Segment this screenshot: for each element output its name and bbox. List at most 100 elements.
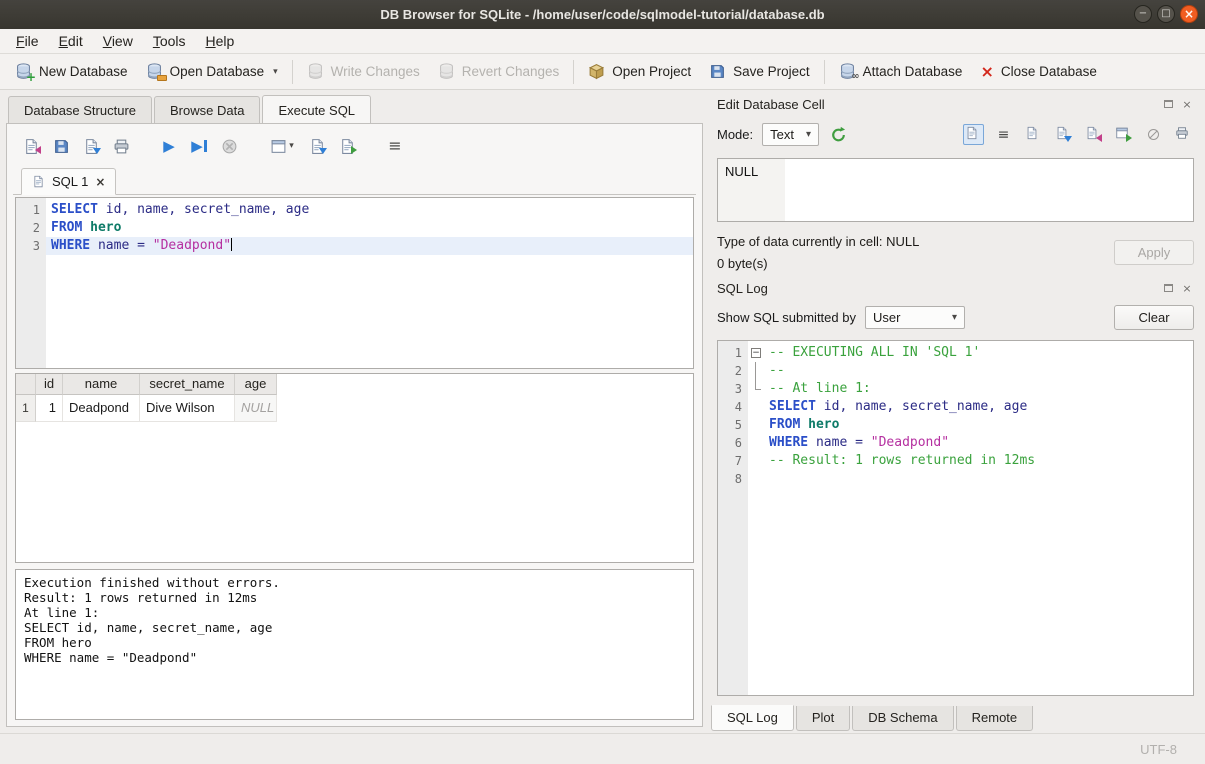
new-database-button[interactable]: + New Database bbox=[6, 58, 137, 85]
apply-button[interactable]: Apply bbox=[1114, 240, 1194, 265]
close-panel-button[interactable]: × bbox=[1180, 281, 1194, 295]
menu-help[interactable]: Help bbox=[196, 30, 245, 52]
close-database-icon: × bbox=[980, 64, 993, 80]
word-wrap-button[interactable]: ≡ bbox=[383, 134, 407, 158]
cell-type-info: Type of data currently in cell: NULL bbox=[717, 234, 1114, 249]
tab-execute-sql[interactable]: Execute SQL bbox=[262, 95, 371, 124]
clear-log-button[interactable]: Clear bbox=[1114, 305, 1194, 330]
titlebar[interactable]: DB Browser for SQLite - /home/user/code/… bbox=[0, 0, 1205, 29]
window-title: DB Browser for SQLite - /home/user/code/… bbox=[0, 7, 1205, 22]
fold-collapse-icon[interactable]: − bbox=[751, 348, 761, 358]
column-header-secret-name[interactable]: secret_name bbox=[140, 374, 235, 395]
cell-size-info: 0 byte(s) bbox=[717, 256, 1114, 271]
log-line: -- bbox=[764, 362, 1193, 380]
sql-tab-close-icon[interactable]: × bbox=[95, 175, 105, 189]
revert-changes-button[interactable]: Revert Changes bbox=[429, 58, 569, 85]
caret-down-icon: ▾ bbox=[289, 141, 294, 151]
sql-editor[interactable]: 1 2 3 SELECT id, name, secret_name, age … bbox=[15, 197, 694, 369]
cell-age-null[interactable]: NULL bbox=[235, 395, 277, 422]
write-changes-button[interactable]: Write Changes bbox=[298, 58, 429, 85]
tab-plot[interactable]: Plot bbox=[796, 706, 850, 731]
tab-database-structure[interactable]: Database Structure bbox=[8, 96, 152, 124]
execution-message: Execution finished without errors. Resul… bbox=[15, 569, 694, 720]
mode-select[interactable]: Text ▾ bbox=[762, 123, 819, 146]
open-database-button[interactable]: Open Database ▾ bbox=[137, 58, 287, 85]
import-data-button[interactable] bbox=[1083, 124, 1104, 145]
main-toolbar: + New Database Open Database ▾ Write Cha… bbox=[0, 54, 1205, 90]
refresh-icon bbox=[830, 126, 847, 143]
save-sql-file-button[interactable] bbox=[49, 134, 73, 158]
menu-file[interactable]: File bbox=[6, 30, 49, 52]
sql-tab-label: SQL 1 bbox=[52, 174, 88, 189]
print-icon bbox=[113, 138, 130, 155]
dock-tab-bar: SQL Log Plot DB Schema Remote bbox=[711, 706, 1196, 733]
cell-name[interactable]: Deadpond bbox=[63, 395, 140, 422]
cell-editor[interactable]: NULL bbox=[717, 158, 1194, 222]
print-icon bbox=[1175, 126, 1192, 143]
attach-database-button[interactable]: ∞ Attach Database bbox=[830, 58, 972, 85]
open-sql-file-button[interactable] bbox=[19, 134, 43, 158]
encoding-indicator[interactable]: UTF-8 bbox=[1140, 742, 1177, 757]
sql-toolbar: ▶ ▶ ▾ bbox=[13, 128, 696, 166]
tab-sql-log[interactable]: SQL Log bbox=[711, 705, 794, 731]
menu-view[interactable]: View bbox=[93, 30, 143, 52]
grid-corner[interactable] bbox=[16, 374, 36, 395]
save-results-view-button[interactable] bbox=[305, 134, 329, 158]
tab-browse-data[interactable]: Browse Data bbox=[154, 96, 260, 124]
find-replace-icon bbox=[339, 138, 356, 155]
submitted-by-select[interactable]: User ▾ bbox=[865, 306, 965, 329]
tab-db-schema[interactable]: DB Schema bbox=[852, 706, 953, 731]
close-window-button[interactable]: × bbox=[1180, 5, 1198, 23]
save-data-file-button[interactable] bbox=[1053, 124, 1074, 145]
write-changes-icon bbox=[307, 63, 324, 80]
column-header-id[interactable]: id bbox=[36, 374, 63, 395]
execute-all-button[interactable]: ▶ bbox=[157, 134, 181, 158]
save-results-view-icon bbox=[309, 138, 326, 155]
export-csv-icon bbox=[270, 138, 287, 155]
save-project-button[interactable]: Save Project bbox=[700, 58, 819, 85]
tab-remote[interactable]: Remote bbox=[956, 706, 1034, 731]
save-sql-file-as-button[interactable] bbox=[79, 134, 103, 158]
sql-code-area[interactable]: SELECT id, name, secret_name, age FROM h… bbox=[46, 198, 693, 368]
column-header-age[interactable]: age bbox=[235, 374, 277, 395]
export-csv-button[interactable]: ▾ bbox=[265, 134, 299, 158]
filter-label: Show SQL submitted by bbox=[717, 310, 856, 325]
print-cell-button[interactable] bbox=[1173, 124, 1194, 145]
float-panel-button[interactable] bbox=[1161, 97, 1175, 111]
menu-tools[interactable]: Tools bbox=[143, 30, 196, 52]
float-panel-button[interactable] bbox=[1161, 281, 1175, 295]
print-sql-button[interactable] bbox=[109, 134, 133, 158]
set-null-button[interactable] bbox=[1143, 124, 1164, 145]
log-code-area[interactable]: -- EXECUTING ALL IN 'SQL 1' -- -- At lin… bbox=[764, 341, 1193, 695]
close-database-button[interactable]: × Close Database bbox=[971, 59, 1105, 85]
execute-current-line-button[interactable]: ▶ bbox=[187, 134, 211, 158]
text-view-toggle-button[interactable] bbox=[963, 124, 984, 145]
close-panel-button[interactable]: × bbox=[1180, 97, 1194, 111]
mode-value: Text bbox=[770, 127, 794, 142]
find-replace-button[interactable] bbox=[335, 134, 359, 158]
main-tab-bar: Database Structure Browse Data Execute S… bbox=[6, 93, 703, 123]
code-line: FROM hero bbox=[46, 219, 693, 237]
row-header[interactable]: 1 bbox=[16, 395, 36, 422]
maximize-button[interactable]: □ bbox=[1157, 5, 1175, 23]
line-number-gutter: 1 2 3 bbox=[16, 198, 46, 368]
attach-database-icon: ∞ bbox=[839, 63, 856, 80]
sql-log-editor[interactable]: 12 34 56 78 − -- EXECUTING ALL IN 'SQL 1… bbox=[717, 340, 1194, 696]
minimize-button[interactable]: − bbox=[1134, 5, 1152, 23]
cell-secret-name[interactable]: Dive Wilson bbox=[140, 395, 235, 422]
results-header-row: id name secret_name age bbox=[16, 374, 693, 395]
sql-tab[interactable]: SQL 1 × bbox=[21, 168, 116, 195]
stop-button[interactable] bbox=[217, 134, 241, 158]
column-header-name[interactable]: name bbox=[63, 374, 140, 395]
cell-word-wrap-button[interactable]: ≡ bbox=[993, 124, 1014, 145]
open-data-file-button[interactable] bbox=[1023, 124, 1044, 145]
export-data-button[interactable] bbox=[1113, 124, 1134, 145]
open-project-button[interactable]: Open Project bbox=[579, 58, 700, 85]
auto-switch-mode-button[interactable] bbox=[828, 124, 849, 145]
text-view-icon bbox=[965, 126, 982, 143]
cell-id[interactable]: 1 bbox=[36, 395, 63, 422]
stop-icon bbox=[221, 138, 238, 155]
open-database-icon bbox=[146, 63, 163, 80]
log-line: WHERE name = "Deadpond" bbox=[764, 434, 1193, 452]
menu-edit[interactable]: Edit bbox=[49, 30, 93, 52]
